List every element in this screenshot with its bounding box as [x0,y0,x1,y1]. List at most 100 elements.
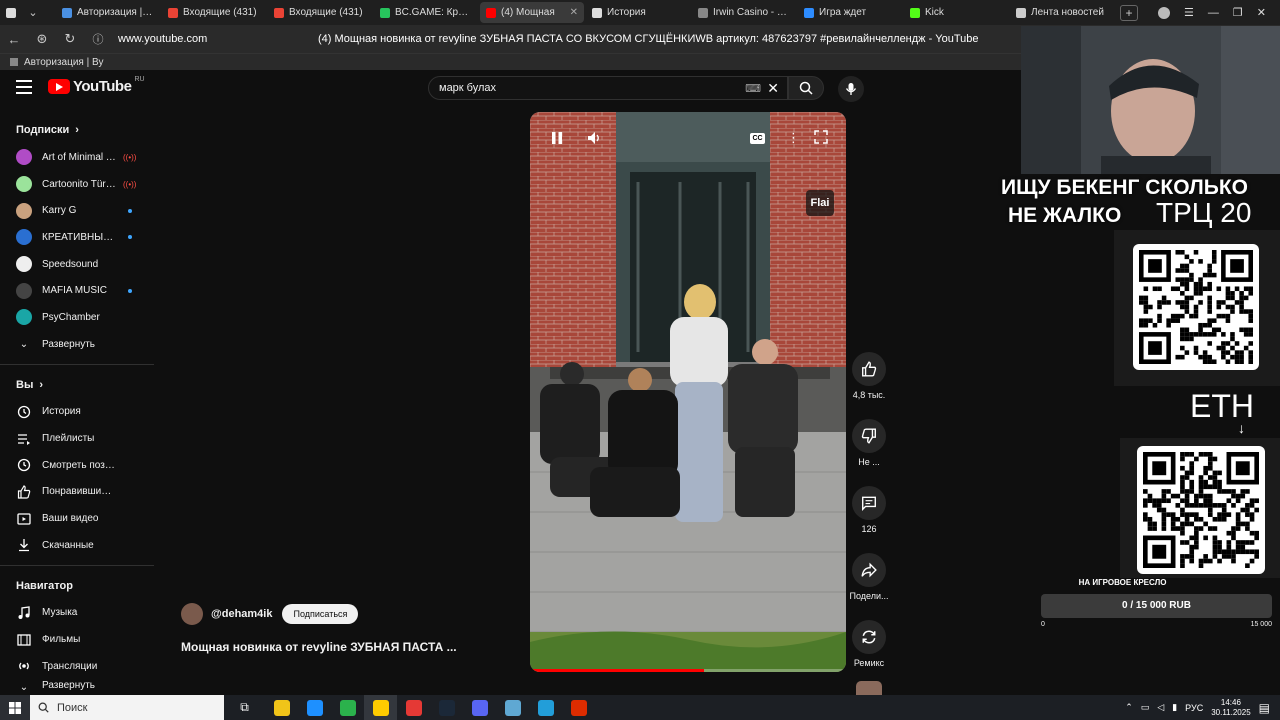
keyboard-icon[interactable]: ⌨ [745,82,761,95]
like-action[interactable]: 4,8 тыс. [849,352,889,400]
sidebar-item-your-videos[interactable]: Ваши видео [0,505,154,532]
captions-button[interactable]: CC [750,133,765,144]
remix-action[interactable]: Ремикс [849,620,889,668]
video-progress-bar[interactable] [530,669,846,672]
browser-tab[interactable]: Irwin Casino - дост [692,2,796,23]
app-icon [372,699,389,716]
sidebar-expand-subs[interactable]: ⌄ Развернуть [0,331,154,358]
youtube-logo[interactable]: YouTube RU [48,76,145,95]
new-tab-button[interactable]: + [1120,4,1138,21]
sidebar-channel-item[interactable]: PsyChamber [0,304,154,331]
sidebar-channel-item[interactable]: КРЕАТИВНЫЙ ... [0,224,154,251]
taskbar-app-icon[interactable] [298,695,331,720]
taskbar-app-icon[interactable] [529,695,562,720]
menu-icon[interactable]: ☰ [1184,6,1194,19]
comments-action[interactable]: 126 [849,486,889,534]
back-icon[interactable]: ← [0,32,28,47]
sidebar-item-playlists[interactable]: Плейлисты [0,425,154,452]
start-button[interactable] [0,695,30,720]
share-action[interactable]: Подели... [849,553,889,601]
tab-favicon-icon [62,7,72,18]
clock[interactable]: 14:46 30.11.2025 [1211,698,1250,718]
subscriptions-header[interactable]: Подписки › [0,116,154,144]
restore-icon[interactable]: ❐ [1233,6,1243,19]
channel-name: Karry G [42,205,77,217]
menu-burger-icon[interactable] [16,80,32,94]
sidebar-item-live[interactable]: Трансляции [0,653,154,680]
taskbar-app-icon[interactable] [430,695,463,720]
taskbar-search[interactable]: Поиск [30,695,224,720]
browser-tab[interactable]: Входящие (431) [268,2,372,23]
video-title[interactable]: Мощная новинка от revyline ЗУБНАЯ ПАСТА … [181,640,457,654]
battery-icon[interactable]: ▮ [1172,702,1177,713]
taskbar-app-icon[interactable] [397,695,430,720]
sidebar-item-liked[interactable]: Понравившиеся [0,479,154,506]
share-button[interactable] [852,553,886,587]
clock-icon [16,457,32,473]
shorts-video-player[interactable]: CC ⋮ Flai [530,112,846,672]
sidebar-channel-item[interactable]: Speedsound [0,251,154,278]
bookmark-item[interactable]: Авторизация | Ву [24,57,104,68]
network-icon[interactable]: ▭ [1141,702,1150,713]
pause-button[interactable] [550,130,564,146]
browser-tab[interactable]: Лента новостей [1010,2,1114,23]
comments-button[interactable] [852,486,886,520]
music-note-icon [16,605,32,621]
taskbar-app-icon[interactable] [364,695,397,720]
taskbar-app-icon[interactable] [463,695,496,720]
protect-icon[interactable]: ⊛ [28,31,56,47]
browser-tab[interactable]: Авторизация | Ву [56,2,160,23]
sidebar-item-watch-later[interactable]: Смотреть позже [0,452,154,479]
tab-favicon-icon [486,7,496,18]
browser-tab[interactable]: Входящие (431) [162,2,266,23]
sidebar-item-music[interactable]: Музыка [0,600,154,627]
close-tab-icon[interactable]: ✕ [570,7,578,18]
browser-tab[interactable]: (4) Мощная ✕ [480,2,584,23]
fullscreen-icon[interactable] [814,130,828,144]
search-button[interactable] [788,76,824,100]
clear-search-icon[interactable]: ✕ [767,80,779,97]
browser-tab[interactable]: История [586,2,690,23]
tab-favicon-icon [910,7,920,18]
sidebar-channel-item[interactable]: Cartoonito Türkiye ((•)) [0,171,154,198]
browser-tab[interactable]: Игра ждет [798,2,902,23]
taskbar-app-icon[interactable] [562,695,595,720]
task-view-icon[interactable]: ⧉ [228,695,261,720]
channel-avatar[interactable] [181,603,203,625]
sidebar-item-movies[interactable]: Фильмы [0,626,154,653]
search-input[interactable]: марк булах ⌨ ✕ [428,76,788,100]
notifications-icon[interactable]: ▤ [1259,701,1270,715]
sidebar-item-history[interactable]: История [0,399,154,426]
site-info-icon[interactable]: ⓘ [84,31,112,47]
sidebar-item-downloads[interactable]: Скачанные [0,532,154,559]
subscribe-button[interactable]: Подписаться [282,604,359,624]
sidebar-channel-item[interactable]: Karry G [0,197,154,224]
taskbar-app-icon[interactable] [496,695,529,720]
voice-search-button[interactable] [838,76,864,102]
you-header[interactable]: Вы › [0,371,154,399]
reload-icon[interactable]: ↻ [56,31,84,47]
close-window-icon[interactable]: ✕ [1257,6,1266,19]
tab-list-chevron-icon[interactable]: ⌄ [22,0,44,25]
taskbar-app-icon[interactable] [331,695,364,720]
url-field[interactable]: www.youtube.com [118,33,318,45]
dislike-button[interactable] [852,419,886,453]
more-options-icon[interactable]: ⋮ [787,130,800,146]
sidebar-channel-item[interactable]: Art of Minimal T... ((•)) [0,144,154,171]
tray-chevron-icon[interactable]: ⌃ [1125,702,1133,713]
taskbar-app-icon[interactable] [265,695,298,720]
sidebar-channel-item[interactable]: MAFIA MUSIC [0,277,154,304]
channel-name[interactable]: @deham4ik [211,608,272,620]
speaker-icon[interactable]: ◁ [1157,702,1164,713]
sidebar-expand-navigator[interactable]: ⌄ Развернуть [0,680,154,696]
volume-button[interactable] [586,130,602,146]
minimize-icon[interactable]: — [1208,7,1219,19]
dislike-action[interactable]: Не ... [849,419,889,467]
remix-button[interactable] [852,620,886,654]
language-indicator[interactable]: РУС [1185,703,1203,713]
browser-profile-icon[interactable] [0,0,22,25]
browser-tab[interactable]: Kick [904,2,1008,23]
account-icon[interactable] [1158,6,1171,19]
browser-tab[interactable]: BC.GAME: Крипто [374,2,478,23]
like-button[interactable] [852,352,886,386]
